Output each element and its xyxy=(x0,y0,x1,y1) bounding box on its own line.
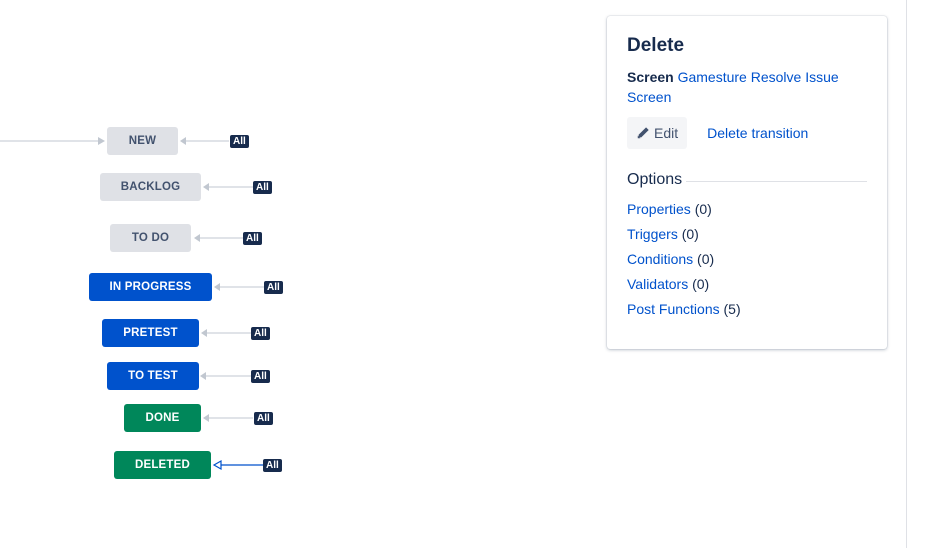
all-transition-tag[interactable]: All xyxy=(243,232,262,245)
option-post-functions: Post Functions (5) xyxy=(627,299,867,324)
status-backlog[interactable]: BACKLOG xyxy=(100,173,201,201)
status-in-progress[interactable]: IN PROGRESS xyxy=(89,273,212,301)
option-count: (0) xyxy=(692,276,710,292)
status-label: DONE xyxy=(145,412,180,424)
all-transition-tag[interactable]: All xyxy=(251,370,270,383)
arrow-head xyxy=(98,137,105,145)
option-count: (0) xyxy=(697,251,715,267)
status-deleted[interactable]: DELETED xyxy=(114,451,211,479)
status-label: DELETED xyxy=(134,459,191,471)
option-count: (0) xyxy=(694,201,712,217)
panel-actions: Edit Delete transition xyxy=(627,117,867,149)
screen-row: Screen Gamesture Resolve Issue Screen xyxy=(627,67,852,107)
option-link[interactable]: Post Functions xyxy=(627,301,720,317)
status-label: TO TEST xyxy=(128,370,178,382)
global-transition-to-test[interactable] xyxy=(200,372,251,380)
option-count: (5) xyxy=(723,301,741,317)
panel-title: Delete xyxy=(627,35,685,56)
all-transition-tag-selected[interactable]: All xyxy=(263,459,282,472)
option-link[interactable]: Validators xyxy=(627,276,688,292)
pencil-icon xyxy=(637,127,649,139)
status-done[interactable]: DONE xyxy=(124,404,201,432)
status-label: PRETEST xyxy=(123,327,178,339)
options-heading: Options xyxy=(627,171,867,189)
option-validators: Validators (0) xyxy=(627,274,867,299)
option-triggers: Triggers (0) xyxy=(627,224,867,249)
global-transition-pretest[interactable] xyxy=(201,329,251,337)
global-transition-backlog[interactable] xyxy=(203,183,253,191)
status-label: IN PROGRESS xyxy=(109,281,192,293)
all-transition-tag[interactable]: All xyxy=(251,327,270,340)
global-transition-new[interactable] xyxy=(180,137,229,145)
status-to-test[interactable]: TO TEST xyxy=(107,362,199,390)
options-list: Properties (0) Triggers (0) Conditions (… xyxy=(627,199,867,324)
status-label: BACKLOG xyxy=(120,181,181,193)
option-properties: Properties (0) xyxy=(627,199,867,224)
global-transition-deleted[interactable] xyxy=(212,459,263,471)
all-transition-tag[interactable]: All xyxy=(253,181,272,194)
option-link[interactable]: Properties xyxy=(627,201,691,217)
option-link[interactable]: Conditions xyxy=(627,251,693,267)
all-transition-tag[interactable]: All xyxy=(264,281,283,294)
option-link[interactable]: Triggers xyxy=(627,226,678,242)
all-transition-tag[interactable]: All xyxy=(230,135,249,148)
status-pretest[interactable]: PRETEST xyxy=(102,319,199,347)
screen-label: Screen xyxy=(627,69,674,85)
panel-divider xyxy=(906,0,907,548)
all-transition-tag[interactable]: All xyxy=(254,412,273,425)
status-label: NEW xyxy=(128,135,157,147)
delete-transition-link[interactable]: Delete transition xyxy=(707,125,808,141)
options-heading-label: Options xyxy=(627,171,683,188)
options-divider xyxy=(686,180,867,182)
edit-button[interactable]: Edit xyxy=(627,117,688,149)
status-label: TO DO xyxy=(131,232,170,244)
global-transition-done[interactable] xyxy=(203,414,253,422)
edit-label: Edit xyxy=(654,125,679,141)
global-transition-in-progress[interactable] xyxy=(214,283,264,291)
status-todo[interactable]: TO DO xyxy=(110,224,191,252)
status-new[interactable]: NEW xyxy=(107,127,178,155)
option-conditions: Conditions (0) xyxy=(627,249,867,274)
option-count: (0) xyxy=(681,226,699,242)
global-transition-todo[interactable] xyxy=(194,234,243,242)
transition-details-panel: Delete Screen Gamesture Resolve Issue Sc… xyxy=(607,16,887,349)
